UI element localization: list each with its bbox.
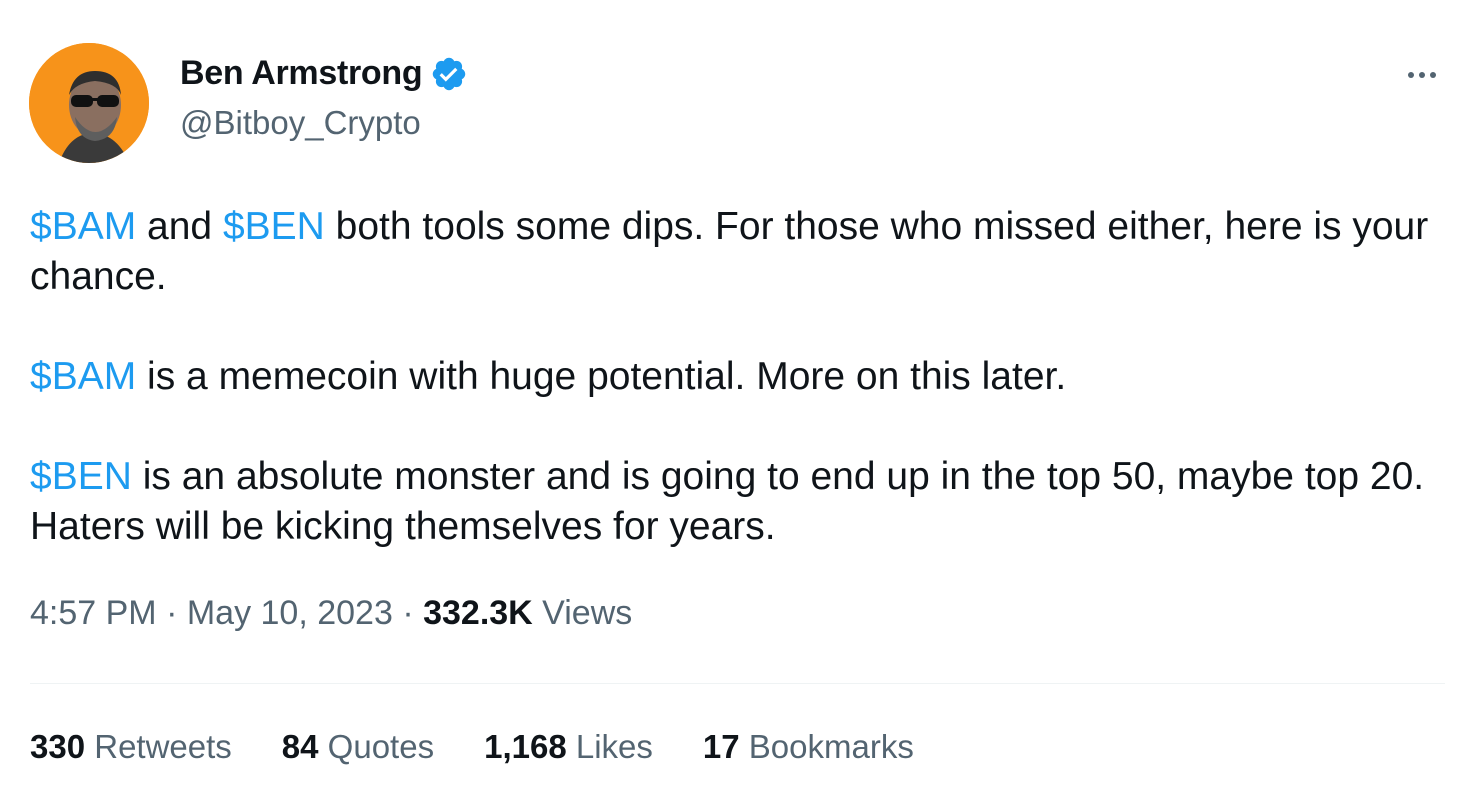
tweet-paragraph: $BAM and $BEN both tools some dips. For … xyxy=(30,202,1450,302)
avatar-image xyxy=(29,43,149,163)
retweets-stat[interactable]: 330 Retweets xyxy=(30,728,232,766)
stat-label: Retweets xyxy=(85,728,232,765)
stat-count: 1,168 xyxy=(484,728,567,765)
cashtag-link[interactable]: $BAM xyxy=(30,205,136,248)
cashtag-link[interactable]: $BEN xyxy=(223,205,325,248)
stat-label: Quotes xyxy=(318,728,435,765)
more-dot xyxy=(1430,72,1436,78)
more-options-icon[interactable] xyxy=(1395,60,1449,90)
avatar[interactable] xyxy=(29,43,149,163)
quotes-stat[interactable]: 84 Quotes xyxy=(282,728,434,766)
tweet-time: 4:57 PM xyxy=(30,594,157,632)
tweet-date: May 10, 2023 xyxy=(186,594,393,632)
tweet-paragraph: $BEN is an absolute monster and is going… xyxy=(30,452,1450,552)
cashtag-link[interactable]: $BAM xyxy=(30,355,136,398)
bookmarks-stat[interactable]: 17 Bookmarks xyxy=(703,728,914,766)
views-label: Views xyxy=(532,594,633,632)
stat-count: 330 xyxy=(30,728,86,765)
more-dot xyxy=(1419,72,1425,78)
meta-separator: · xyxy=(156,594,187,632)
tweet-meta: 4:57 PM · May 10, 2023 · 332.3K Views xyxy=(30,594,632,633)
verified-badge-icon xyxy=(430,55,468,93)
tweet-timestamp[interactable]: 4:57 PM · May 10, 2023 xyxy=(30,594,393,632)
author-handle[interactable]: @Bitboy_Crypto xyxy=(180,104,421,142)
tweet-text-segment: is a memecoin with huge potential. More … xyxy=(136,355,1067,398)
stat-label: Bookmarks xyxy=(739,728,914,765)
author-name-row[interactable]: Ben Armstrong xyxy=(180,54,468,93)
tweet-card: Ben Armstrong @Bitboy_Crypto $BAM and $B… xyxy=(0,0,1473,801)
tweet-text-segment: is an absolute monster and is going to e… xyxy=(30,455,1425,548)
divider xyxy=(30,683,1445,684)
stat-count: 17 xyxy=(702,728,740,765)
tweet-text-segment: and xyxy=(136,205,223,248)
views-count: 332.3K xyxy=(423,594,533,632)
more-dot xyxy=(1408,72,1414,78)
author-display-name[interactable]: Ben Armstrong xyxy=(180,54,423,93)
engagement-stats: 330 Retweets 84 Quotes 1,168 Likes 17 Bo… xyxy=(30,728,914,766)
stat-count: 84 xyxy=(281,728,319,765)
tweet-paragraph: $BAM is a memecoin with huge potential. … xyxy=(30,352,1450,402)
tweet-text: $BAM and $BEN both tools some dips. For … xyxy=(30,202,1450,552)
stat-label: Likes xyxy=(566,728,653,765)
cashtag-link[interactable]: $BEN xyxy=(30,455,132,498)
meta-separator: · xyxy=(392,594,424,632)
likes-stat[interactable]: 1,168 Likes xyxy=(484,728,653,766)
